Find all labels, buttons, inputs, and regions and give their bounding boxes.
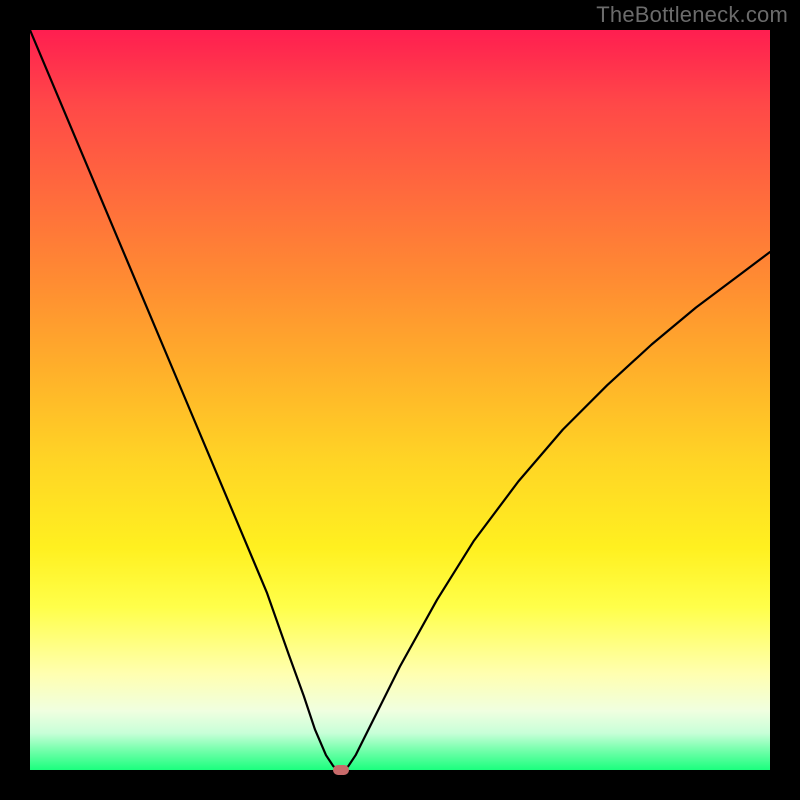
watermark-text: TheBottleneck.com [596, 2, 788, 28]
chart-frame: TheBottleneck.com [0, 0, 800, 800]
bottleneck-curve [30, 30, 770, 770]
minimum-marker [333, 765, 349, 775]
plot-area [30, 30, 770, 770]
